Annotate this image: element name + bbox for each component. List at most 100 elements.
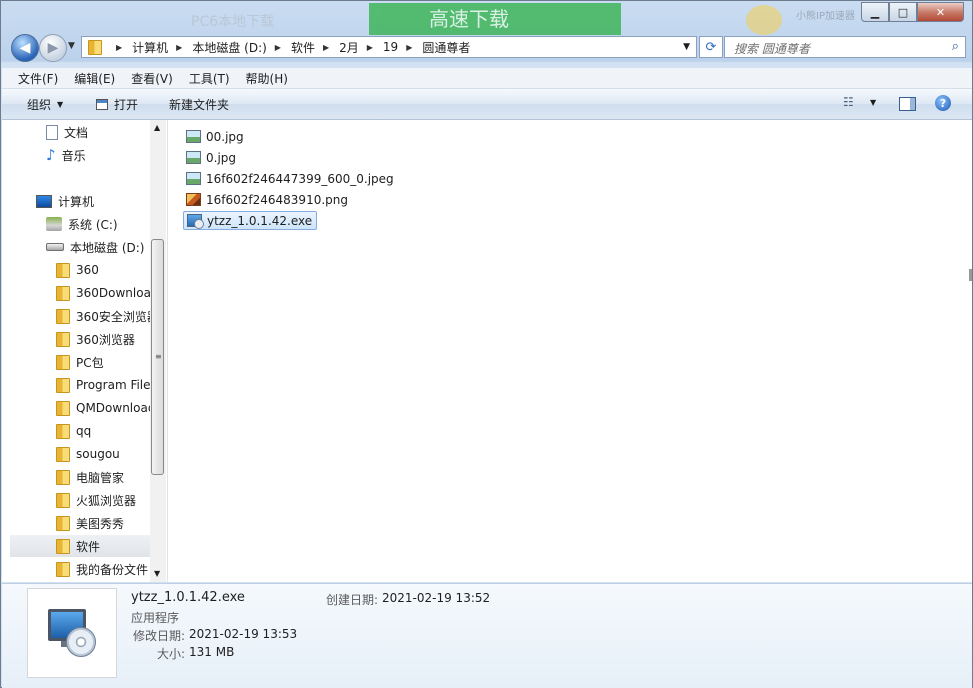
computer-icon — [36, 194, 52, 208]
sidebar-item[interactable]: 本地磁盘 (D:) — [10, 236, 150, 258]
breadcrumb-separator-icon[interactable]: ▶ — [176, 43, 182, 52]
scroll-down-arrow-icon[interactable]: ▼ — [154, 569, 160, 578]
breadcrumb-item[interactable]: 计算机 — [132, 39, 168, 56]
sidebar-item[interactable]: 我的备份文件 — [10, 558, 150, 580]
sidebar-item[interactable]: 电脑管家 — [10, 466, 150, 488]
close-button[interactable]: ✕ — [917, 2, 964, 22]
folder-icon — [56, 377, 70, 393]
sidebar-item[interactable]: Program Files — [10, 374, 150, 396]
sidebar-item[interactable]: 360Downloads — [10, 282, 150, 304]
sidebar-item[interactable]: 美图秀秀 — [10, 512, 150, 534]
new-folder-label: 新建文件夹 — [169, 98, 230, 112]
address-history-dropdown[interactable]: ▼ — [683, 42, 690, 52]
breadcrumb-separator-icon[interactable]: ▶ — [367, 43, 373, 52]
back-arrow-icon: ◀ — [19, 40, 31, 56]
sidebar-item[interactable]: qq — [10, 420, 150, 442]
sidebar-item[interactable]: ♪ 音乐 — [10, 144, 150, 166]
sidebar-item[interactable]: 360 — [10, 259, 150, 281]
maximize-button[interactable]: □ — [889, 2, 917, 22]
view-options-dropdown[interactable]: ▼ — [870, 98, 876, 107]
sidebar-item[interactable]: 360安全浏览器 — [10, 305, 150, 327]
installer-disc-icon — [66, 627, 96, 657]
background-ghost-text: 小熊IP加速器 — [796, 11, 855, 22]
caption-buttons: ▁ □ ✕ — [861, 2, 964, 22]
breadcrumb-item[interactable]: 圆通尊者 — [422, 39, 470, 56]
scroll-up-arrow-icon[interactable]: ▲ — [154, 123, 160, 132]
sidebar-item-label: 音乐 — [61, 148, 86, 163]
search-icon[interactable]: ⌕ — [952, 39, 959, 54]
sidebar-item-label: 软件 — [76, 539, 101, 554]
sidebar-item-label: 系统 (C:) — [68, 217, 118, 232]
sidebar-item-label: 电脑管家 — [76, 470, 125, 485]
search-box[interactable]: 搜索 圆通尊者 ⌕ — [724, 36, 966, 58]
background-download-banner: 高速下载 — [369, 3, 621, 35]
recent-pages-dropdown[interactable]: ▼ — [68, 41, 75, 51]
file-name: 16f602f246483910.png — [206, 192, 348, 207]
organize-label: 组织 — [27, 98, 52, 112]
help-icon[interactable]: ? — [935, 95, 951, 111]
open-window-icon — [96, 99, 108, 110]
refresh-button[interactable]: ⟳ — [699, 36, 723, 58]
folder-icon — [56, 308, 70, 324]
sidebar-item-label: 360浏览器 — [76, 332, 135, 347]
minimize-button[interactable]: ▁ — [861, 2, 889, 22]
breadcrumb-item[interactable]: 2月 — [339, 39, 359, 56]
file-name: 16f602f246447399_600_0.jpeg — [206, 171, 394, 186]
breadcrumb-item[interactable]: 本地磁盘 (D:) — [192, 39, 266, 56]
sidebar-item[interactable]: PC包 — [10, 351, 150, 373]
breadcrumb-separator-icon[interactable]: ▶ — [116, 43, 122, 52]
new-folder-button[interactable]: 新建文件夹 — [169, 96, 229, 113]
sidebar-item[interactable]: 火狐浏览器 — [10, 489, 150, 511]
file-thumbnail — [27, 588, 117, 678]
menu-bar: 文件(F) 编辑(E) 查看(V) 工具(T) 帮助(H) — [2, 68, 972, 89]
organize-button[interactable]: 组织 ▼ — [27, 96, 63, 113]
chevron-down-icon: ▼ — [57, 100, 64, 109]
open-label: 打开 — [114, 98, 139, 112]
folder-icon — [56, 285, 70, 301]
breadcrumb-separator-icon[interactable]: ▶ — [406, 43, 412, 52]
file-item[interactable]: 00.jpg — [183, 127, 248, 146]
open-button[interactable]: 打开 — [96, 96, 138, 113]
sidebar-item-label: 我的备份文件 — [76, 562, 149, 577]
search-placeholder: 搜索 圆通尊者 — [734, 42, 810, 56]
navigation-row: ◀ ▶ ▼ ▶ 计算机 ▶ 本地磁盘 (D:) ▶ 软件 ▶ 2月 ▶ 19 ▶ 圆通尊者 ▼ ⟳ 搜… — [9, 33, 967, 62]
change-view-icon[interactable]: ☷ — [843, 95, 854, 109]
sidebar-item[interactable]: sougou — [10, 443, 150, 465]
breadcrumb-item[interactable]: 19 — [383, 40, 398, 54]
sidebar-item[interactable]: 系统 (C:) — [10, 213, 150, 235]
file-item[interactable]: 16f602f246447399_600_0.jpeg — [183, 169, 398, 188]
background-ghost-title: PC6本地下载 — [191, 14, 275, 30]
folder-icon — [56, 561, 70, 577]
file-item[interactable]: 16f602f246483910.png — [183, 190, 352, 209]
sidebar-item[interactable]: QMDownload — [10, 397, 150, 419]
scrollbar-thumb[interactable]: ≡ — [151, 239, 164, 475]
breadcrumb: ▶ 计算机 ▶ 本地磁盘 (D:) ▶ 软件 ▶ 2月 ▶ 19 ▶ 圆通尊者 — [108, 37, 470, 57]
exe-installer-icon — [187, 214, 204, 229]
sidebar-item-label: PC包 — [76, 355, 104, 370]
breadcrumb-separator-icon[interactable]: ▶ — [323, 43, 329, 52]
explorer-window: PC6本地下载 高速下载 小熊IP加速器 ▁ □ ✕ ◀ ▶ ▼ ▶ 计算机 ▶ 本地… — [0, 0, 973, 688]
sidebar-item[interactable]: 文档 — [10, 121, 150, 143]
navigation-scrollbar[interactable]: ▲ ≡ ▼ — [150, 120, 166, 582]
resize-grip[interactable] — [969, 269, 972, 281]
breadcrumb-separator-icon[interactable]: ▶ — [275, 43, 281, 52]
sidebar-item[interactable]: 软件 — [10, 535, 150, 557]
file-item[interactable]: 0.jpg — [183, 148, 240, 167]
address-bar[interactable]: ▶ 计算机 ▶ 本地磁盘 (D:) ▶ 软件 ▶ 2月 ▶ 19 ▶ 圆通尊者 ▼ — [81, 36, 697, 58]
folder-icon — [56, 469, 70, 485]
breadcrumb-item[interactable]: 软件 — [291, 39, 315, 56]
folder-icon — [56, 354, 70, 370]
file-item[interactable]: ytzz_1.0.1.42.exe — [183, 211, 318, 230]
file-name: 0.jpg — [206, 150, 237, 165]
folder-icon — [56, 538, 70, 554]
forward-button[interactable]: ▶ — [39, 34, 67, 62]
back-button[interactable]: ◀ — [11, 34, 39, 62]
sidebar-item-label: 火狐浏览器 — [76, 493, 137, 508]
preview-pane-toggle-icon[interactable] — [899, 97, 916, 111]
details-file-name: ytzz_1.0.1.42.exe — [131, 590, 245, 605]
grip-icon: ≡ — [155, 352, 162, 361]
menu-item[interactable]: 帮助(H) — [229, 68, 297, 88]
sidebar-item-label: 360Downloads — [76, 286, 150, 300]
sidebar-item[interactable]: 360浏览器 — [10, 328, 150, 350]
sidebar-item[interactable]: 计算机 — [10, 190, 150, 212]
